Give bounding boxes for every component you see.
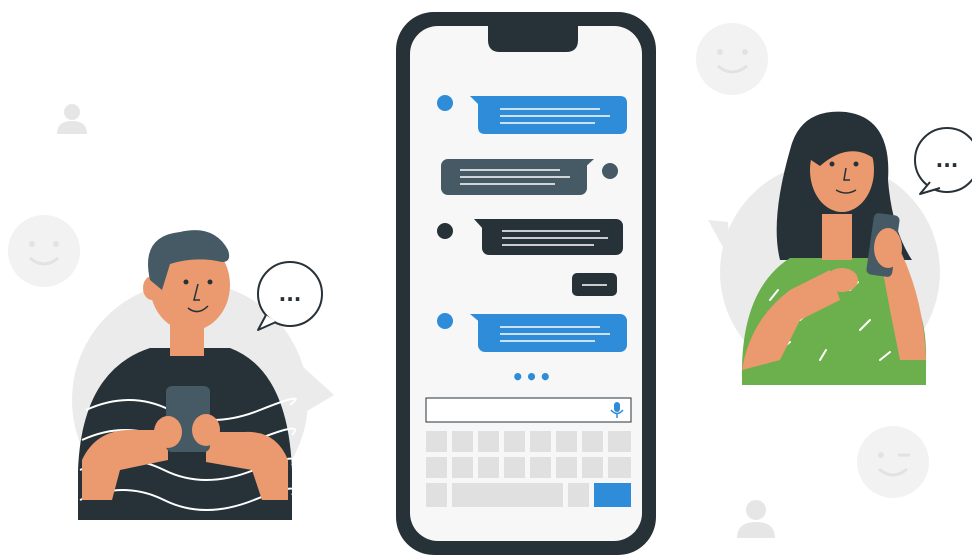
keyboard-key[interactable] [452,457,473,478]
man-character: ... [72,230,334,520]
sender-avatar-dot [602,163,618,179]
chat-illustration: ... ... ••• [8,12,972,555]
sender-avatar-dot [437,223,453,239]
keyboard-key[interactable] [608,457,631,478]
smartphone: ••• [396,12,656,555]
sender-avatar-dot [437,95,453,111]
message-input[interactable] [425,397,632,423]
smiley-face-icon [696,23,768,95]
keyboard-key[interactable] [530,431,551,452]
keyboard-key[interactable] [478,457,499,478]
sender-avatar-dot [437,313,453,329]
speech-bubble-text: ... [279,282,302,306]
person-silhouette-icon [57,104,87,134]
person-silhouette-icon [737,500,775,538]
keyboard-key[interactable] [426,431,447,452]
speech-bubble-ellipsis-icon: ... [914,127,972,195]
keyboard-key[interactable] [582,457,603,478]
keyboard-key[interactable] [504,457,525,478]
woman-character: ... [708,111,972,385]
space-bar[interactable] [452,483,563,507]
keyboard-key[interactable] [426,483,447,507]
keyboard-key[interactable] [608,431,631,452]
keyboard-key[interactable] [530,457,551,478]
speech-bubble-ellipsis-icon: ... [257,261,323,331]
keyboard-key[interactable] [568,483,589,507]
keyboard-key[interactable] [504,431,525,452]
smiley-face-icon [857,426,929,498]
keyboard-key[interactable] [452,431,473,452]
phone-notch [488,26,578,52]
keyboard-key[interactable] [556,431,577,452]
chat-message-outgoing[interactable] [572,273,617,296]
send-key[interactable] [594,483,631,507]
keyboard-key[interactable] [478,431,499,452]
keyboard-key[interactable] [582,431,603,452]
speech-bubble-text: ... [936,148,959,172]
typing-indicator-icon: ••• [511,365,552,389]
keyboard-key[interactable] [556,457,577,478]
smiley-face-icon [8,215,80,287]
keyboard-key[interactable] [426,457,447,478]
